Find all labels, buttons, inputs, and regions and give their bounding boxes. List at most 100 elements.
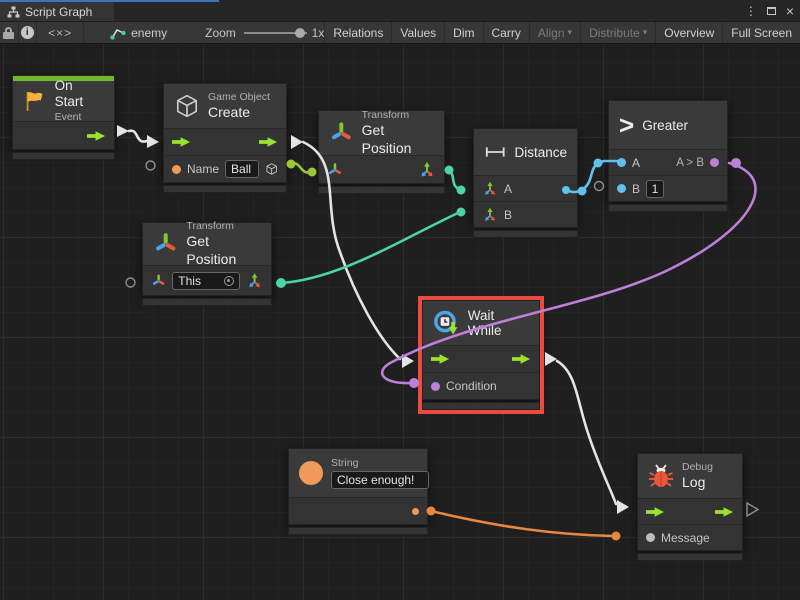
align-dropdown[interactable]: Align▾ <box>529 22 580 43</box>
graph-asset-icon <box>110 26 126 40</box>
node-title: Log <box>682 474 713 492</box>
node-footer <box>422 402 540 410</box>
transform-icon <box>153 231 178 257</box>
node-subtitle: Transform <box>362 109 434 122</box>
flow-output-port[interactable] <box>87 130 106 142</box>
number-input-port-a[interactable] <box>617 158 626 167</box>
zoom-label: Zoom <box>205 26 236 40</box>
info-button[interactable]: i <box>19 22 38 43</box>
zoom-slider-handle[interactable] <box>295 28 305 38</box>
node-on-start-event[interactable]: On Start Event <box>12 75 115 160</box>
script-graph-icon <box>7 6 20 18</box>
node-subtitle: Event <box>55 111 104 124</box>
tab-bar: Script Graph ⋮ × <box>0 0 800 21</box>
vector-input-port-a[interactable] <box>482 181 498 197</box>
node-wait-while[interactable]: Wait While Condition <box>422 300 540 410</box>
info-icon: i <box>21 26 34 39</box>
full-screen-button[interactable]: Full Screen <box>722 22 800 43</box>
node-get-position-ball[interactable]: Transform Get Position <box>318 110 445 194</box>
code-icon: <×> <box>48 26 72 40</box>
graph-asset-breadcrumb[interactable]: enemy <box>110 26 167 40</box>
flow-output-port[interactable] <box>259 136 278 148</box>
message-input-port[interactable] <box>646 533 655 542</box>
cube-icon <box>174 93 200 119</box>
b-value-field[interactable]: 1 <box>646 180 664 198</box>
flow-input-port[interactable] <box>172 136 191 148</box>
game-object-output-icon[interactable] <box>265 161 278 177</box>
chevron-down-icon: ▾ <box>568 27 573 38</box>
node-title: On Start <box>55 78 104 112</box>
window-maximize-icon[interactable] <box>767 7 776 15</box>
node-subtitle: Debug <box>682 461 713 474</box>
object-picker-icon[interactable] <box>224 276 234 286</box>
toolbar-buttons: Relations Values Dim Carry Align▾ Distri… <box>324 22 800 43</box>
node-footer <box>142 298 272 306</box>
tab-script-graph[interactable]: Script Graph <box>0 2 114 21</box>
transform-input-port[interactable] <box>327 162 343 178</box>
window-close-icon[interactable]: × <box>786 4 794 18</box>
node-subtitle: Transform <box>186 220 261 233</box>
string-value-field[interactable]: Close enough! <box>331 471 429 489</box>
zoom-slider[interactable] <box>244 28 307 38</box>
unity-visual-scripting-window: Script Graph ⋮ × i <×> enemy Zoom <box>0 0 800 600</box>
string-input-port[interactable] <box>172 165 181 174</box>
node-debug-log[interactable]: Debug Log Message <box>637 453 743 561</box>
node-footer <box>608 204 728 212</box>
chevron-down-icon: ▾ <box>643 27 648 38</box>
relations-button[interactable]: Relations <box>324 22 391 43</box>
window-menu-icon[interactable]: ⋮ <box>745 5 757 17</box>
node-footer <box>318 186 445 194</box>
graph-name: enemy <box>131 26 167 40</box>
node-footer <box>163 185 287 193</box>
transform-icon <box>329 120 354 146</box>
flow-input-port[interactable] <box>646 506 665 518</box>
flow-output-port[interactable] <box>715 506 734 518</box>
wait-clock-icon <box>433 309 460 337</box>
port-label: Name <box>187 162 219 176</box>
bool-output-port[interactable] <box>710 158 719 167</box>
node-subtitle: String <box>331 457 429 470</box>
flow-input-port[interactable] <box>431 353 450 365</box>
vector-input-port-b[interactable] <box>482 207 498 223</box>
string-output-port[interactable] <box>412 508 419 515</box>
zoom-value: 1x <box>312 26 325 40</box>
condition-input-port[interactable] <box>431 382 440 391</box>
name-field[interactable]: Ball <box>225 160 259 178</box>
node-distance[interactable]: Distance A B <box>473 128 578 238</box>
node-game-object-create[interactable]: Game Object Create Name Ball <box>163 83 287 193</box>
values-button[interactable]: Values <box>391 22 444 43</box>
node-get-position-this[interactable]: Transform Get Position This <box>142 222 272 306</box>
node-title: Get Position <box>362 122 434 157</box>
distance-icon <box>484 145 506 159</box>
node-title: Distance <box>514 145 567 160</box>
node-footer <box>12 152 115 160</box>
lock-button[interactable] <box>0 22 19 43</box>
node-title: Create <box>208 104 270 122</box>
node-title: Greater <box>642 118 688 133</box>
node-footer <box>473 230 578 238</box>
distribute-dropdown[interactable]: Distribute▾ <box>580 22 655 43</box>
tab-title: Script Graph <box>25 5 92 19</box>
dim-button[interactable]: Dim <box>444 22 482 43</box>
graph-toolbar: i <×> enemy Zoom 1x Relations Values Dim… <box>0 21 800 44</box>
node-title: Wait While <box>468 308 529 338</box>
node-footer <box>637 553 743 561</box>
node-footer <box>288 527 428 535</box>
lock-icon <box>5 27 12 32</box>
greater-icon: > <box>619 112 634 138</box>
node-title: Get Position <box>186 233 261 268</box>
transform-input-port[interactable] <box>151 273 166 289</box>
number-input-port-b[interactable] <box>617 184 626 193</box>
flow-output-port[interactable] <box>512 353 531 365</box>
string-icon <box>299 461 323 485</box>
result-label: A > B <box>676 157 704 169</box>
target-field[interactable]: This <box>172 272 239 290</box>
overview-button[interactable]: Overview <box>655 22 722 43</box>
node-string-literal[interactable]: String Close enough! <box>288 448 428 535</box>
position-output-port[interactable] <box>246 272 263 290</box>
code-view-button[interactable]: <×> <box>37 22 84 43</box>
flag-icon <box>23 89 47 113</box>
position-output-port[interactable] <box>418 161 436 179</box>
node-greater[interactable]: > Greater A A > B B 1 <box>608 100 728 212</box>
carry-button[interactable]: Carry <box>483 22 529 43</box>
